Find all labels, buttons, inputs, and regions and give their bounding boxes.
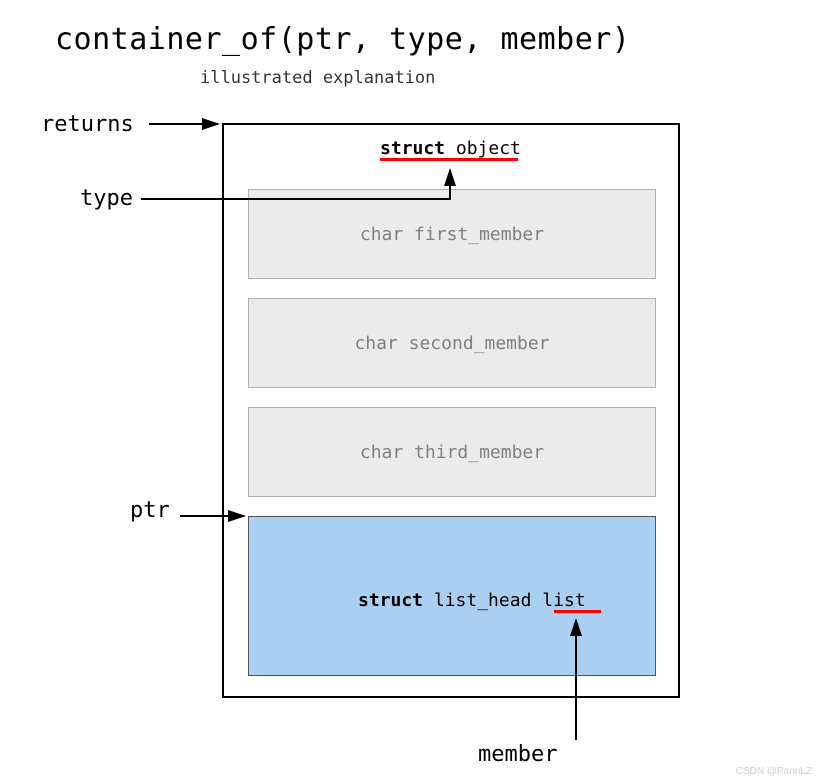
struct-typename: object	[445, 138, 521, 159]
member-box-second: char second_member	[248, 298, 656, 388]
list-struct-keyword: struct	[358, 590, 423, 611]
diagram-subtitle: illustrated explanation	[200, 68, 435, 88]
struct-header-label: struct object	[380, 138, 521, 159]
type-underline	[380, 158, 518, 161]
watermark: CSDN @PannLZ	[736, 766, 812, 777]
member-underline	[554, 610, 601, 613]
struct-keyword: struct	[380, 138, 445, 159]
label-member: member	[478, 742, 557, 767]
label-returns: returns	[41, 112, 134, 137]
list-typename: list_head list	[423, 590, 586, 611]
label-type: type	[80, 186, 133, 211]
member-box-third: char third_member	[248, 407, 656, 497]
list-member-label: struct list_head list	[358, 590, 586, 611]
diagram-title: container_of(ptr, type, member)	[55, 22, 630, 57]
member-box-first: char first_member	[248, 189, 656, 279]
label-ptr: ptr	[130, 498, 170, 523]
